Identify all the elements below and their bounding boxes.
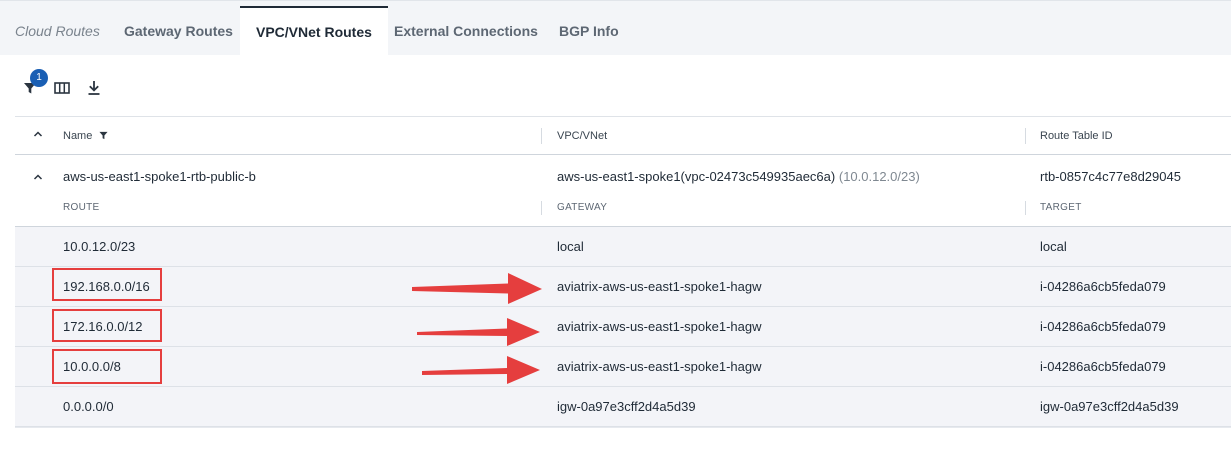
- annotation-arrows: [412, 273, 542, 384]
- arrow-icon: [417, 318, 540, 346]
- arrow-icon: [422, 356, 540, 384]
- arrow-icon: [412, 273, 542, 304]
